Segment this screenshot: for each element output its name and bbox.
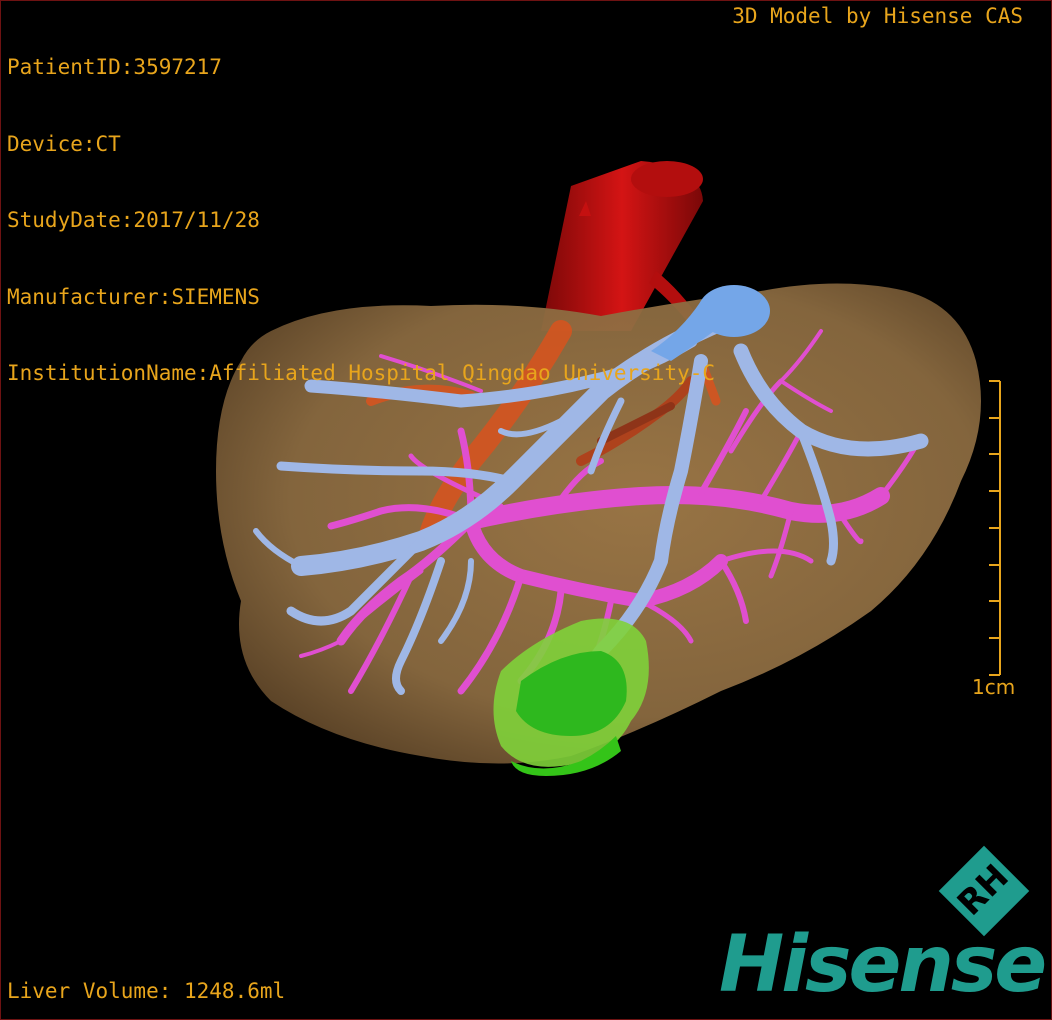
model-credit: 3D Model by Hisense CAS (732, 4, 1023, 28)
institution-name: InstitutionName:Affiliated Hospital Qing… (7, 361, 716, 385)
study-date: StudyDate:2017/11/28 (7, 208, 260, 232)
3d-render-viewport[interactable]: PatientID:3597217 Device:CT StudyDate:20… (0, 0, 1052, 1020)
svg-text:RH: RH (950, 857, 1017, 924)
manufacturer: Manufacturer:SIEMENS (7, 284, 260, 309)
dicom-info-panel: PatientID:3597217 Device:CT StudyDate:20… (7, 4, 715, 438)
hisense-logo: Hisense (719, 920, 1047, 1010)
scale-bar-label: 1cm (972, 675, 1016, 699)
patient-id: PatientID:3597217 (7, 55, 222, 79)
device: Device:CT (7, 131, 121, 156)
scale-bar (989, 380, 1001, 676)
liver-volume: Liver Volume: 1248.6ml (7, 979, 286, 1003)
